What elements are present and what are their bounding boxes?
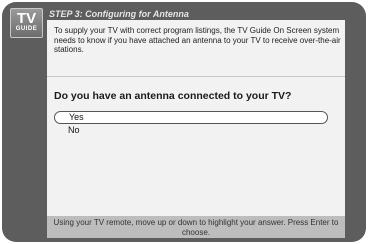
tv-screen: TV GUIDE STEP 3: Configuring for Antenna…	[2, 2, 366, 242]
logo-guide-text: GUIDE	[15, 26, 38, 32]
logo-tv-text: TV	[16, 10, 37, 27]
divider	[47, 76, 345, 77]
question-text: Do you have an antenna connected to your…	[54, 90, 292, 102]
intro-text: To supply your TV with correct program l…	[54, 26, 341, 54]
content-panel: To supply your TV with correct program l…	[47, 20, 345, 216]
instructions-footer: Using your TV remote, move up or down to…	[47, 216, 345, 238]
answer-yes[interactable]: Yes	[54, 111, 328, 124]
answer-no[interactable]: No	[54, 124, 328, 137]
step-title: STEP 3: Configuring for Antenna	[49, 9, 189, 19]
answer-list: Yes No	[54, 111, 328, 137]
tv-guide-logo: TV GUIDE	[10, 8, 43, 38]
